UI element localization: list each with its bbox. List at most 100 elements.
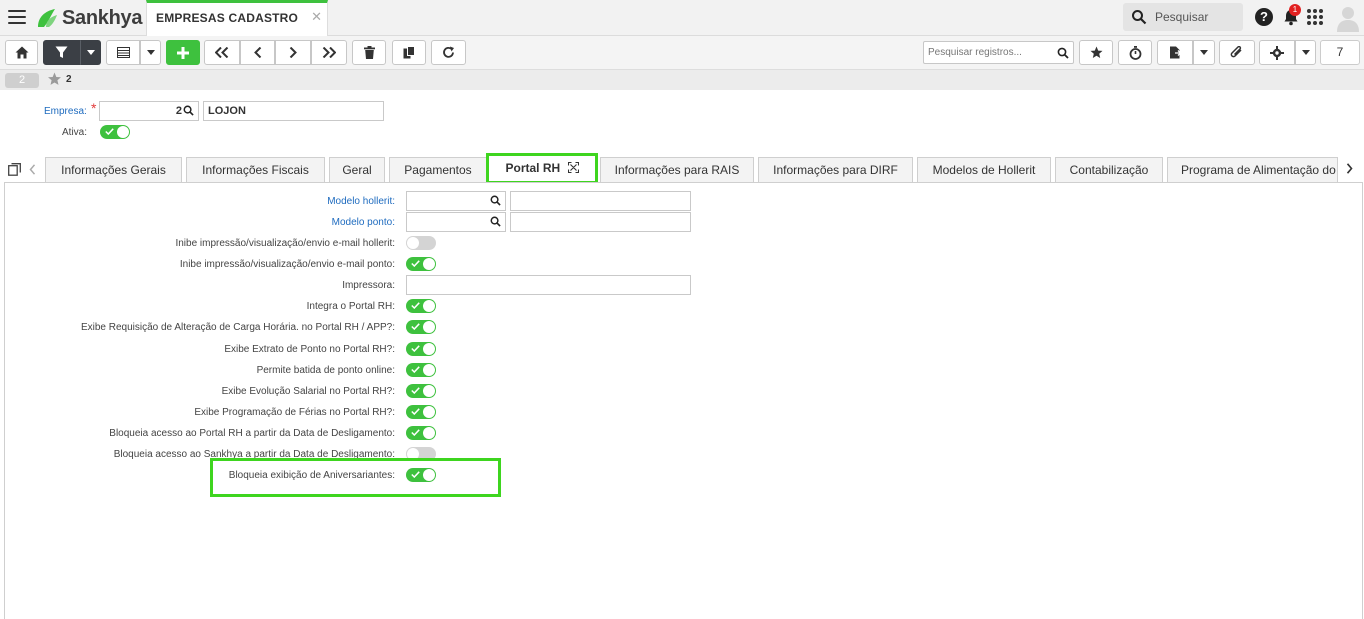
grid-view-button[interactable] — [106, 40, 140, 65]
toggle-label: Exibe Evolução Salarial no Portal RH?: — [221, 386, 395, 397]
empresa-name-input[interactable]: LOJON — [203, 101, 384, 121]
home-button[interactable] — [5, 40, 38, 65]
filter-button[interactable] — [43, 40, 80, 65]
notification-badge: 1 — [1289, 4, 1301, 16]
integra-portal-rh-toggle[interactable] — [406, 299, 436, 313]
delete-button[interactable] — [352, 40, 386, 65]
tab-informacoes-rais[interactable]: Informações para RAIS — [600, 157, 754, 183]
document-dropdown-button[interactable] — [1193, 40, 1215, 65]
chevron-down-icon — [146, 50, 155, 55]
modelo-hollerit-code-input[interactable] — [406, 191, 506, 211]
modelo-ponto-description-input[interactable] — [510, 212, 691, 232]
toggle-label: Bloqueia acesso ao Portal RH a partir da… — [109, 428, 395, 439]
modelo-ponto-label[interactable]: Modelo ponto: — [200, 217, 395, 228]
previous-icon — [253, 47, 261, 58]
toggle-label: Permite batida de ponto online: — [256, 365, 395, 376]
menu-icon[interactable] — [8, 10, 26, 24]
last-record-button[interactable] — [311, 40, 347, 65]
settings-button[interactable] — [1259, 40, 1295, 65]
first-record-button[interactable] — [204, 40, 240, 65]
window-tab[interactable]: EMPRESAS CADASTRO ✕ — [146, 0, 328, 36]
tab-geral[interactable]: Geral — [329, 157, 385, 183]
plus-icon — [177, 46, 189, 59]
grid-view-icon — [116, 47, 130, 58]
toolbar: Pesquisar registros... 7 — [0, 36, 1364, 70]
empresa-name-value: LOJON — [208, 105, 246, 117]
refresh-button[interactable] — [431, 40, 466, 65]
view-dropdown-button[interactable] — [140, 40, 161, 65]
records-search-input[interactable]: Pesquisar registros... — [923, 41, 1074, 64]
toggle-knob — [423, 427, 435, 439]
duplicate-button[interactable] — [392, 40, 426, 65]
timer-icon — [1129, 45, 1141, 60]
batida-online-toggle[interactable] — [406, 363, 436, 377]
search-icon[interactable] — [490, 195, 501, 206]
toggle-knob — [423, 343, 435, 355]
exibe-requisicao-toggle[interactable] — [406, 320, 436, 334]
top-bar: Sankhya EMPRESAS CADASTRO ✕ Pesquisar ? … — [0, 0, 1364, 36]
modelo-ponto-code-input[interactable] — [406, 212, 506, 232]
global-search[interactable]: Pesquisar — [1123, 3, 1243, 31]
tab-contabilizacao[interactable]: Contabilização — [1055, 157, 1163, 183]
chevron-left-icon[interactable] — [29, 164, 36, 175]
toggle-knob — [423, 321, 435, 333]
inibe-hollerit-toggle[interactable] — [406, 236, 436, 250]
close-icon[interactable]: ✕ — [311, 9, 322, 25]
timer-button[interactable] — [1118, 40, 1152, 65]
document-icon — [1170, 46, 1181, 59]
tab-strip: Informações Gerais Informações Fiscais G… — [0, 153, 1364, 184]
previous-record-button[interactable] — [240, 40, 275, 65]
favorite-number: 2 — [66, 74, 72, 85]
tab-pagamentos[interactable]: Pagamentos — [389, 157, 487, 183]
next-record-button[interactable] — [275, 40, 311, 65]
tab-portal-rh[interactable]: Portal RH — [486, 153, 598, 184]
tabs-menu-icon[interactable] — [8, 163, 21, 176]
modelo-hollerit-description-input[interactable] — [510, 191, 691, 211]
tab-programa-alimentacao[interactable]: Programa de Alimentação do — [1167, 157, 1338, 183]
impressora-input[interactable] — [406, 275, 691, 295]
help-icon[interactable]: ? — [1255, 8, 1273, 26]
document-button[interactable] — [1157, 40, 1193, 65]
search-icon[interactable] — [1057, 47, 1069, 59]
settings-dropdown-button[interactable] — [1295, 40, 1316, 65]
star-icon[interactable] — [47, 72, 62, 86]
add-record-button[interactable] — [166, 40, 200, 65]
attachment-icon — [1230, 46, 1242, 58]
page-size-field[interactable]: 7 — [1320, 40, 1360, 65]
tab-modelos-hollerit[interactable]: Modelos de Hollerit — [917, 157, 1051, 183]
evolucao-salarial-toggle[interactable] — [406, 384, 436, 398]
check-icon — [105, 128, 114, 135]
user-avatar-icon[interactable] — [1336, 4, 1360, 32]
tab-informacoes-dirf[interactable]: Informações para DIRF — [758, 157, 913, 183]
chevron-down-icon — [1200, 50, 1208, 55]
exibe-extrato-toggle[interactable] — [406, 342, 436, 356]
tab-portal-rh-label: Portal RH — [505, 161, 561, 175]
toggle-label: Inibe impressão/visualização/envio e-mai… — [179, 259, 395, 270]
global-search-placeholder: Pesquisar — [1155, 10, 1209, 24]
modelo-hollerit-label[interactable]: Modelo hollerit: — [200, 196, 395, 207]
chevron-right-icon[interactable] — [1346, 163, 1353, 174]
tab-informacoes-fiscais[interactable]: Informações Fiscais — [186, 157, 325, 183]
toggle-knob — [423, 258, 435, 270]
tab-informacoes-gerais[interactable]: Informações Gerais — [45, 157, 182, 183]
search-icon[interactable] — [183, 105, 194, 116]
search-icon[interactable] — [490, 216, 501, 227]
check-icon — [411, 323, 420, 330]
inibe-ponto-toggle[interactable] — [406, 257, 436, 271]
programacao-ferias-toggle[interactable] — [406, 405, 436, 419]
bloqueia-portal-desligamento-toggle[interactable] — [406, 426, 436, 440]
record-index-badge[interactable]: 2 — [5, 73, 39, 88]
attachment-button[interactable] — [1219, 40, 1255, 65]
expand-icon[interactable] — [567, 162, 579, 173]
filter-dropdown-button[interactable] — [80, 40, 101, 65]
last-icon — [322, 47, 336, 58]
empresa-code-input[interactable]: 2 — [99, 101, 199, 121]
brand-logo[interactable]: Sankhya — [35, 6, 142, 30]
empresa-label[interactable]: Empresa: — [44, 106, 87, 117]
ativa-toggle[interactable] — [100, 125, 130, 139]
toggle-label: Inibe impressão/visualização/envio e-mai… — [175, 238, 395, 249]
empresa-code-value: 2 — [175, 105, 182, 117]
apps-grid-icon[interactable] — [1307, 9, 1323, 25]
favorite-button[interactable] — [1079, 40, 1113, 65]
toggle-knob — [407, 237, 419, 249]
